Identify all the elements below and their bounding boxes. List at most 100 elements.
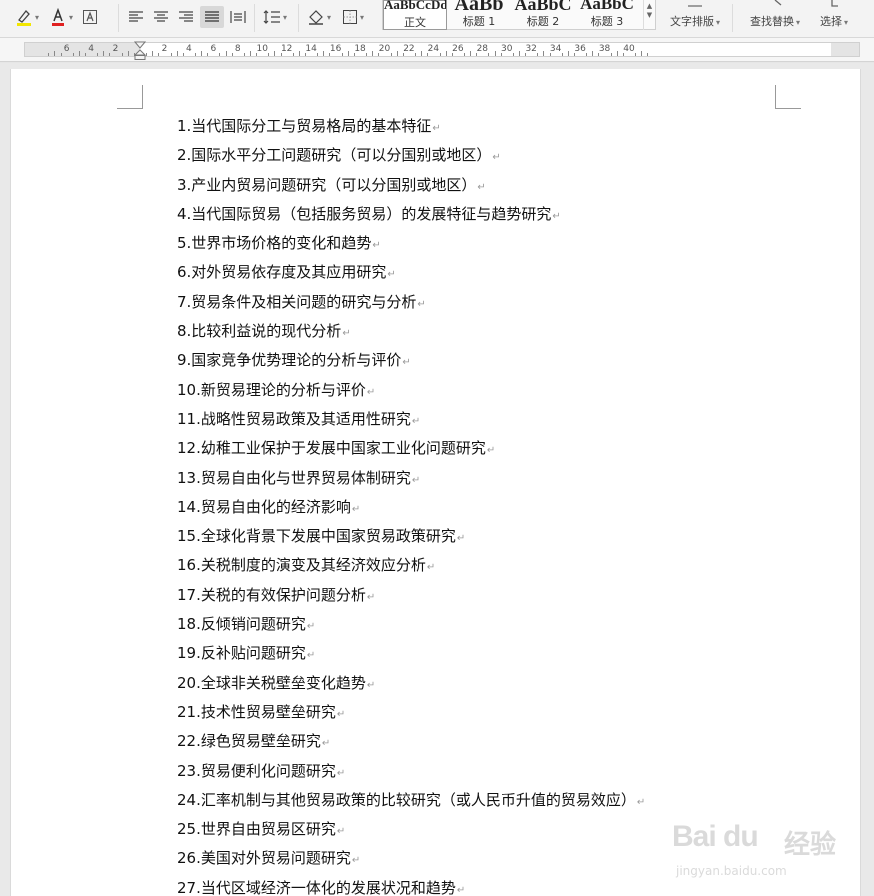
justify-button[interactable]	[200, 6, 224, 28]
ruler-label: 2	[161, 44, 168, 54]
document-line[interactable]: 19.反补贴问题研究↵	[177, 639, 817, 668]
chevron-down-icon: ▾	[68, 12, 73, 22]
document-line[interactable]: 10.新贸易理论的分析与评价↵	[177, 376, 817, 405]
style-heading-1[interactable]: AaBb 标题 1	[447, 0, 511, 30]
paragraph-mark-icon: ↵	[411, 474, 421, 486]
chevron-down-icon: ▾	[282, 12, 287, 22]
ruler-tick	[353, 53, 355, 56]
document-line[interactable]: 12.幼稚工业保护于发展中国家工业化问题研究↵	[177, 434, 817, 463]
ruler-tick	[573, 53, 575, 56]
style-heading-2[interactable]: AaBbC 标题 2	[511, 0, 575, 30]
document-line[interactable]: 4.当代国际贸易（包括服务贸易）的发展特征与趋势研究↵	[177, 200, 817, 229]
styles-gallery: AaBbCcDd 正文 AaBb 标题 1 AaBbC 标题 2 AaBbC 标…	[382, 0, 656, 30]
select-button[interactable]: 选择 ▾	[812, 0, 856, 30]
toolbar-separator	[118, 4, 119, 32]
ruler-tick	[207, 53, 209, 56]
line-text: 17.关税的有效保护问题分析	[177, 585, 366, 604]
document-line[interactable]: 2.国际水平分工问题研究（可以分国别或地区）↵	[177, 141, 817, 170]
ruler-label: 34	[549, 44, 562, 54]
document-line[interactable]: 21.技术性贸易壁垒研究↵	[177, 698, 817, 727]
ruler-tick	[549, 53, 551, 56]
toolbar-separator	[732, 4, 733, 32]
styles-scroll-button[interactable]: ▲ ▼	[643, 0, 655, 30]
style-label: 正文	[404, 16, 426, 29]
document-line[interactable]: 6.对外贸易依存度及其应用研究↵	[177, 258, 817, 287]
ruler-label: 4	[88, 44, 94, 54]
document-line[interactable]: 16.关税制度的演变及其经济效应分析↵	[177, 551, 817, 580]
cursor-icon	[812, 0, 856, 10]
ruler-tick	[586, 53, 588, 56]
ruler-tick	[610, 53, 612, 56]
highlight-color-button[interactable]: ▾	[12, 6, 42, 28]
indent-marker-icon[interactable]	[134, 41, 146, 61]
line-text: 11.战略性贸易政策及其适用性研究	[177, 409, 411, 428]
find-replace-button[interactable]: 查找替换 ▾	[744, 0, 806, 30]
document-line[interactable]: 23.贸易便利化问题研究↵	[177, 757, 817, 786]
distributed-align-button[interactable]	[228, 6, 248, 28]
shading-button[interactable]: ▾	[304, 6, 334, 28]
paragraph-mark-icon: ↵	[636, 796, 646, 808]
line-spacing-button[interactable]: ▾	[260, 6, 290, 28]
ruler-tick	[195, 53, 196, 56]
paragraph-mark-icon: ↵	[336, 767, 346, 779]
ruler-tick	[127, 51, 129, 56]
paragraph-mark-icon: ↵	[552, 210, 561, 222]
style-normal[interactable]: AaBbCcDd 正文	[383, 0, 447, 30]
ruler-label: 38	[598, 44, 611, 54]
document-line[interactable]: 11.战略性贸易政策及其适用性研究↵	[177, 405, 817, 434]
paragraph-mark-icon: ↵	[372, 240, 381, 252]
ruler-tick	[97, 53, 99, 56]
document-line[interactable]: 13.贸易自由化与世界贸易体制研究↵	[177, 464, 817, 493]
document-page[interactable]: 1.当代国际分工与贸易格局的基本特征↵ 2.国际水平分工问题研究（可以分国别或地区…	[10, 69, 861, 896]
document-line[interactable]: 20.全球非关税壁垒变化趋势↵	[177, 669, 817, 698]
line-text: 20.全球非关税壁垒变化趋势	[177, 673, 366, 692]
style-preview: AaBbC	[580, 0, 634, 10]
document-line[interactable]: 17.关税的有效保护问题分析↵	[177, 581, 817, 610]
character-border-button[interactable]	[80, 6, 100, 28]
ruler-tick	[543, 51, 545, 56]
ruler-tick	[470, 51, 472, 56]
document-line[interactable]: 5.世界市场价格的变化和趋势↵	[177, 229, 817, 258]
paragraph-mark-icon: ↵	[477, 181, 486, 193]
document-line[interactable]: 22.绿色贸易壁垒研究↵	[177, 727, 817, 756]
text-layout-button[interactable]: 文字排版 ▾	[666, 0, 724, 30]
align-left-button[interactable]	[126, 6, 146, 28]
horizontal-ruler[interactable]: 6 4 2 2 4 6 8 10 12 14 16 18 20 22 24 26 28 30 32 34 36 38 40	[0, 38, 874, 62]
character-border-icon	[83, 10, 97, 24]
ruler-label: 10	[256, 44, 268, 54]
ruler-tick	[341, 53, 343, 56]
ruler-tick	[292, 53, 294, 56]
chevron-down-icon: ▾	[359, 12, 364, 22]
font-color-button[interactable]: ▾	[46, 6, 76, 28]
ruler-tick	[647, 53, 649, 56]
document-line[interactable]: 18.反倾销问题研究↵	[177, 610, 817, 639]
ruler-tick	[60, 53, 62, 56]
ruler-label: 6	[210, 44, 217, 54]
document-line[interactable]: 8.比较利益说的现代分析↵	[177, 317, 817, 346]
document-line[interactable]: 7.贸易条件及相关问题的研究与分析↵	[177, 288, 817, 317]
borders-button[interactable]: ▾	[338, 6, 368, 28]
ruler-tick	[622, 53, 624, 56]
align-right-button[interactable]	[176, 6, 196, 28]
style-heading-3[interactable]: AaBbC 标题 3	[575, 0, 639, 30]
document-line[interactable]: 24.汇率机制与其他贸易政策的比较研究（或人民币升值的贸易效应）↵	[177, 786, 817, 815]
text-layout-icon	[666, 0, 724, 10]
chevron-down-icon: ▾	[843, 18, 848, 27]
document-line[interactable]: 3.产业内贸易问题研究（可以分国别或地区）↵	[177, 171, 817, 200]
ruler-tick	[201, 51, 203, 56]
ruler-tick	[512, 53, 514, 56]
align-center-button[interactable]	[151, 6, 171, 28]
line-text: 18.反倾销问题研究	[177, 615, 306, 634]
style-preview: AaBbC	[514, 0, 572, 10]
ruler-tick	[280, 53, 282, 56]
ruler-tick	[176, 51, 178, 56]
document-line[interactable]: 14.贸易自由化的经济影响↵	[177, 493, 817, 522]
ruler-label: 14	[305, 44, 317, 54]
document-line[interactable]: 1.当代国际分工与贸易格局的基本特征↵	[177, 112, 817, 141]
document-line[interactable]: 15.全球化背景下发展中国家贸易政策研究↵	[177, 522, 817, 551]
line-text: 27.当代区域经济一体化的发展状况和趋势	[177, 878, 456, 896]
document-line[interactable]: 9.国家竞争优势理论的分析与评价↵	[177, 346, 817, 375]
document-text[interactable]: 1.当代国际分工与贸易格局的基本特征↵ 2.国际水平分工问题研究（可以分国别或地区…	[177, 112, 817, 896]
line-text: 19.反补贴问题研究	[177, 644, 306, 663]
style-preview: AaBb	[447, 0, 511, 10]
